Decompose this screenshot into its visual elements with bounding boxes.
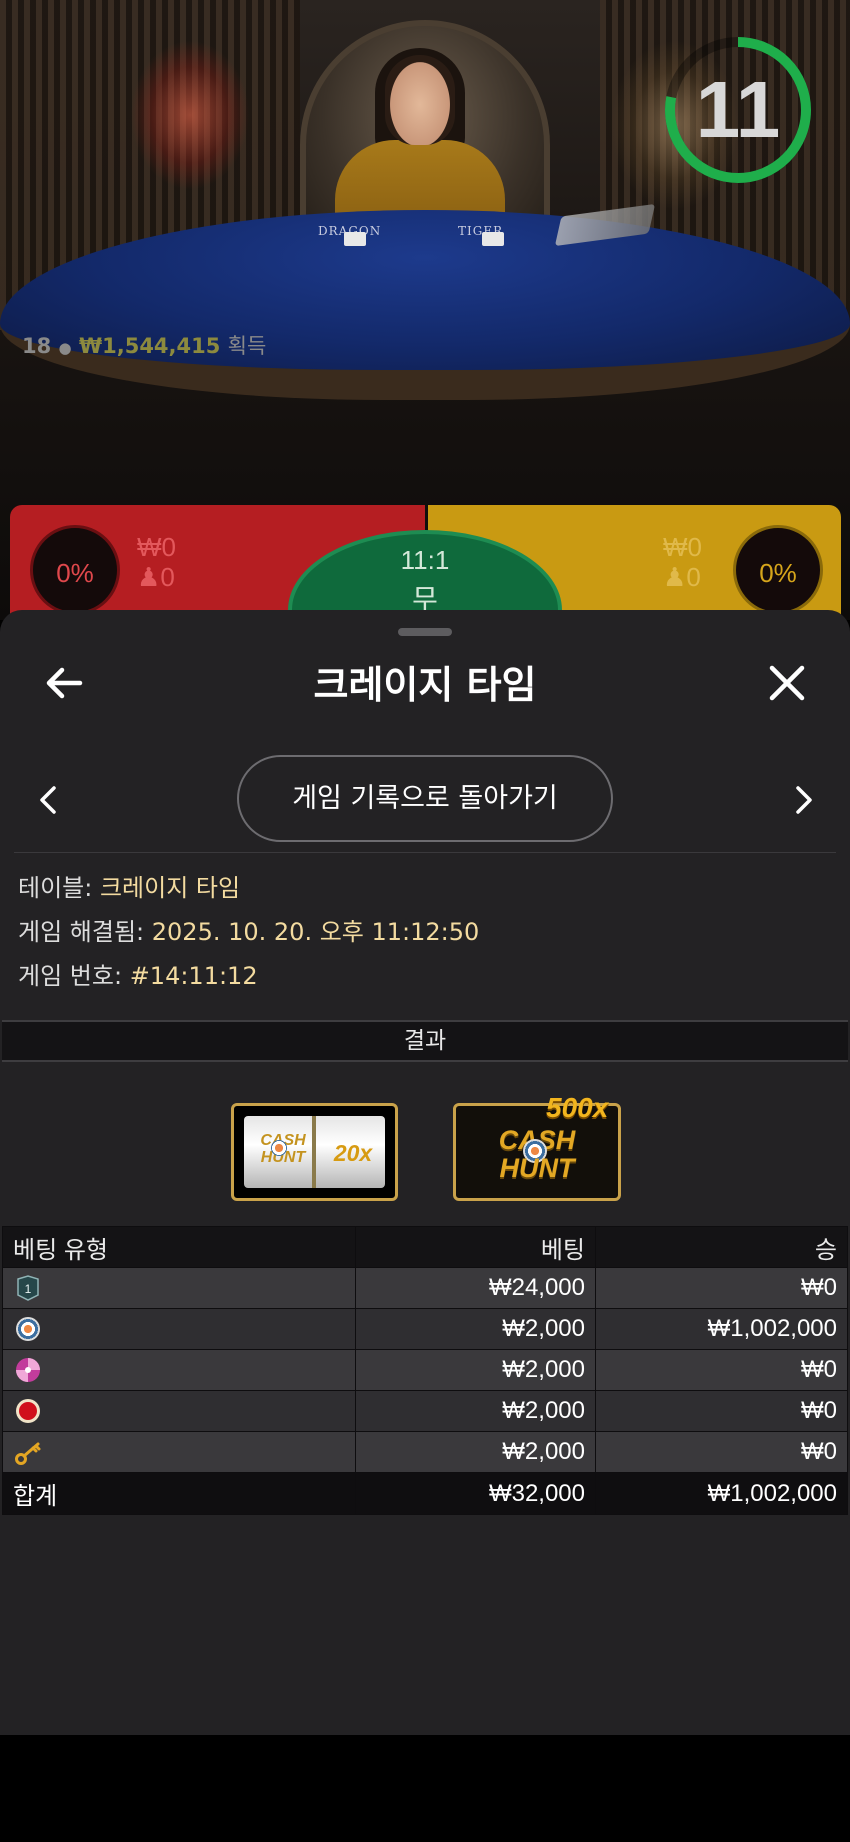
info-table-label: 테이블: <box>18 874 93 902</box>
bet-type-cell <box>2 1349 356 1391</box>
info-resolved: 게임 해결됨: 2025. 10. 20. 오후 11:12:50 <box>18 916 479 948</box>
wheel-multiplier: 500x <box>546 1092 609 1123</box>
bet-amount: ₩2,000 <box>355 1390 596 1432</box>
game-history-sheet: 크레이지 타임 게임 기록으로 돌아가기 테이블: 크레이지 타임 게임 해결됨… <box>0 610 850 1735</box>
next-round-chevron-icon[interactable] <box>784 778 824 822</box>
info-table: 테이블: 크레이지 타임 <box>18 872 240 904</box>
crazy-time-key-icon <box>15 1442 41 1465</box>
info-round: 게임 번호: #14:11:12 <box>18 960 258 992</box>
info-round-label: 게임 번호: <box>18 962 123 990</box>
bet-type-cell: 1 <box>2 1267 356 1309</box>
result-header: 결과 <box>2 1020 848 1062</box>
pachinko-icon <box>16 1358 40 1382</box>
dealer-face <box>385 55 455 145</box>
table-row: ₩2,000 ₩0 <box>2 1349 848 1391</box>
dragon-bet-amount: ₩0 <box>137 532 176 562</box>
info-resolved-label: 게임 해결됨: <box>18 918 145 946</box>
table-row: ₩2,000 ₩0 <box>2 1390 848 1432</box>
bet-amount: ₩2,000 <box>355 1431 596 1473</box>
table-row: 1 ₩24,000 ₩0 <box>2 1267 848 1309</box>
winnings-suffix: 획득 <box>227 334 267 358</box>
wheel-result: CASH HUNT 500x <box>453 1092 621 1201</box>
tiger-player-count: ♟0 <box>663 562 701 592</box>
bets-table: 베팅 유형 베팅 승 1 ₩24,000 ₩0 ₩2,000 ₩1,002,00… <box>2 1226 848 1515</box>
tiger-card <box>482 232 504 246</box>
column-bet-type: 베팅 유형 <box>2 1226 356 1268</box>
live-video-feed: DRAGON TIGER 11 18 ● ₩1,544,415 획득 0% ₩0… <box>0 0 850 620</box>
bet-amount: ₩2,000 <box>355 1349 596 1391</box>
total-winnings: ₩1,544,415 <box>78 334 221 358</box>
sheet-title: 크레이지 타임 <box>313 663 537 707</box>
svg-text:1: 1 <box>25 1282 32 1296</box>
countdown-number: 11 <box>695 65 781 154</box>
info-resolved-value: 2025. 10. 20. 오후 11:12:50 <box>151 918 480 946</box>
player-count: 18 <box>22 334 52 358</box>
total-label: 합계 <box>2 1472 356 1515</box>
win-amount: ₩0 <box>595 1390 848 1432</box>
column-win: 승 <box>595 1226 848 1268</box>
person-icon: ♟ <box>137 562 161 592</box>
person-icon: ● <box>58 339 72 357</box>
bet-amount: ₩24,000 <box>355 1267 596 1309</box>
bet-type-cell <box>2 1390 356 1432</box>
bets-table-header: 베팅 유형 베팅 승 <box>2 1226 848 1268</box>
win-amount: ₩0 <box>595 1349 848 1391</box>
column-bet: 베팅 <box>355 1226 596 1268</box>
win-amount: ₩1,002,000 <box>595 1308 848 1350</box>
number-1-icon: 1 <box>17 1275 39 1301</box>
divider <box>14 852 836 853</box>
tie-odds: 11:1 <box>400 545 450 575</box>
bet-type-cell <box>2 1308 356 1350</box>
dragon-card <box>344 232 366 246</box>
tiger-bet-amount: ₩0 <box>663 532 702 562</box>
wheel-game-word2: HUNT <box>499 1153 575 1183</box>
dragon-neon-icon <box>130 40 250 190</box>
players-summary: 18 ● ₩1,544,415 획득 <box>22 330 266 360</box>
bet-type-cell <box>2 1431 356 1473</box>
table-row: ₩2,000 ₩0 <box>2 1431 848 1473</box>
top-slot-result: CASHHUNT 20x <box>231 1103 398 1201</box>
dragon-percent: 0% <box>30 525 120 615</box>
dragon-player-count: ♟0 <box>137 562 175 592</box>
total-bet: ₩32,000 <box>355 1472 596 1515</box>
previous-round-chevron-icon[interactable] <box>28 778 68 822</box>
info-table-value: 크레이지 타임 <box>99 874 241 902</box>
cash-hunt-target-icon <box>13 1314 43 1344</box>
back-to-history-button[interactable]: 게임 기록으로 돌아가기 <box>237 755 613 842</box>
sheet-drag-handle[interactable] <box>398 628 452 636</box>
info-round-value: #14:11:12 <box>129 962 258 990</box>
cash-hunt-target-icon <box>271 1140 287 1156</box>
total-row: 합계 ₩32,000 ₩1,002,000 <box>2 1472 848 1515</box>
bet-amount: ₩2,000 <box>355 1308 596 1350</box>
tiger-percent: 0% <box>733 525 823 615</box>
total-win: ₩1,002,000 <box>595 1472 848 1515</box>
win-amount: ₩0 <box>595 1431 848 1473</box>
win-amount: ₩0 <box>595 1267 848 1309</box>
close-icon[interactable] <box>762 658 812 708</box>
table-row: ₩2,000 ₩1,002,000 <box>2 1308 848 1350</box>
coin-flip-icon <box>16 1399 40 1423</box>
slot-multiplier: 20x <box>333 1140 373 1166</box>
person-icon: ♟ <box>663 562 687 592</box>
